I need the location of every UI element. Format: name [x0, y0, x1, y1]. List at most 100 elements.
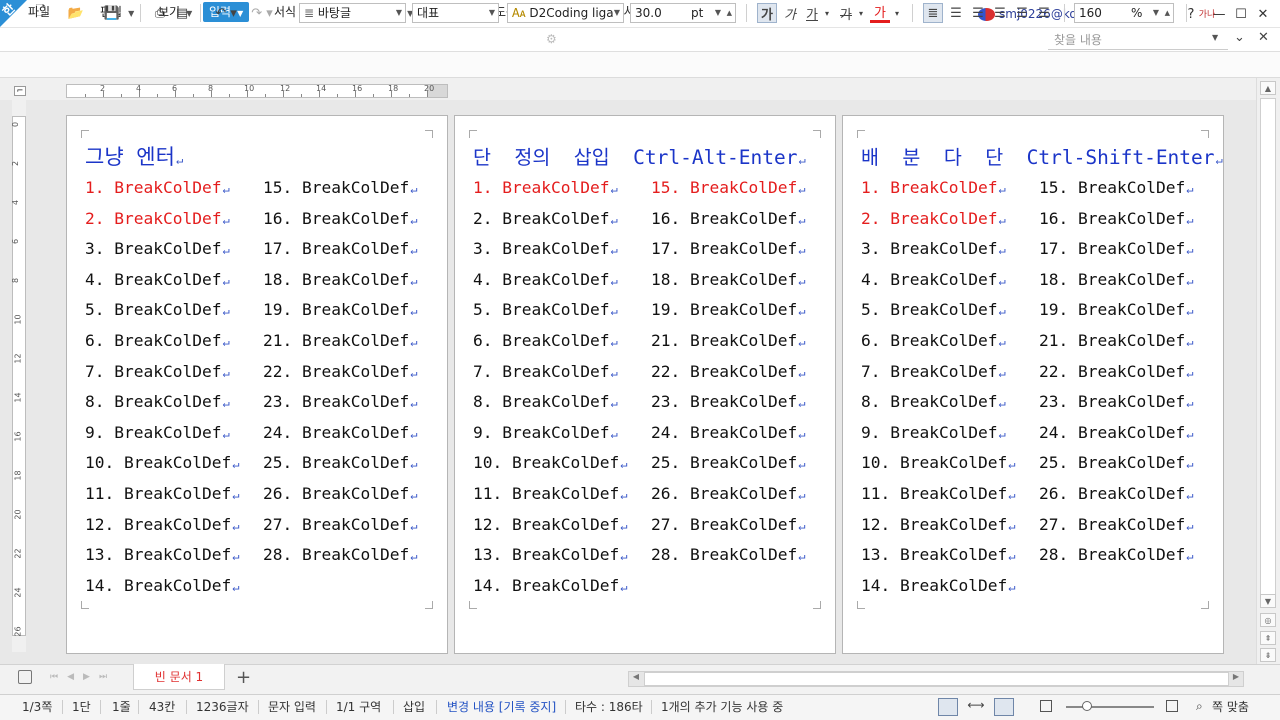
list-item[interactable]: 19. BreakColDef↵: [263, 300, 417, 319]
list-item[interactable]: 25. BreakColDef↵: [651, 453, 805, 472]
list-item[interactable]: 6. BreakColDef↵: [473, 331, 618, 350]
list-item[interactable]: 3. BreakColDef↵: [861, 239, 1006, 258]
list-item[interactable]: 26. BreakColDef↵: [651, 484, 805, 503]
status-page[interactable]: 1/3쪽: [22, 700, 52, 714]
list-item[interactable]: 19. BreakColDef↵: [1039, 300, 1193, 319]
list-item[interactable]: 2. BreakColDef↵: [473, 209, 618, 228]
list-item[interactable]: 13. BreakColDef↵: [861, 545, 1015, 564]
list-item[interactable]: 6. BreakColDef↵: [861, 331, 1006, 350]
list-item[interactable]: 24. BreakColDef↵: [651, 423, 805, 442]
list-item[interactable]: 16. BreakColDef↵: [263, 209, 417, 228]
font-color-dropdown-icon[interactable]: ▾: [892, 3, 902, 23]
list-item[interactable]: 17. BreakColDef↵: [263, 239, 417, 258]
list-item[interactable]: 18. BreakColDef↵: [651, 270, 805, 289]
list-item[interactable]: 19. BreakColDef↵: [651, 300, 805, 319]
horizontal-scroll-thumb[interactable]: [644, 672, 1229, 686]
list-item[interactable]: 2. BreakColDef↵: [861, 209, 1006, 228]
search-dropdown-icon[interactable]: ▼: [1212, 33, 1218, 42]
align-right-icon[interactable]: ☰: [990, 3, 1010, 23]
ruler-corner-icon[interactable]: ⌐: [14, 86, 26, 96]
list-item[interactable]: 7. BreakColDef↵: [861, 362, 1006, 381]
scroll-left-icon[interactable]: ◀: [629, 672, 643, 686]
open-folder-icon[interactable]: 📂: [62, 3, 90, 23]
list-item[interactable]: 1. BreakColDef↵: [473, 178, 618, 197]
list-item[interactable]: 22. BreakColDef↵: [651, 362, 805, 381]
list-item[interactable]: 18. BreakColDef↵: [263, 270, 417, 289]
scroll-up-icon[interactable]: ▲: [1260, 81, 1276, 95]
align-distribute-icon[interactable]: ☰: [1012, 3, 1032, 23]
list-item[interactable]: 28. BreakColDef↵: [1039, 545, 1193, 564]
list-item[interactable]: 4. BreakColDef↵: [85, 270, 230, 289]
list-item[interactable]: 7. BreakColDef↵: [85, 362, 230, 381]
search-input[interactable]: 찾을 내용: [1048, 30, 1228, 50]
language-select[interactable]: 대표 ▼: [412, 3, 499, 23]
vertical-ruler[interactable]: 0 2 4 6 8 10 12 14 16 18 20 22 24 26: [11, 100, 26, 652]
new-document-icon[interactable]: 🗋: [28, 3, 54, 23]
save-icon[interactable]: 💾: [98, 3, 126, 23]
align-center-icon[interactable]: ☰: [968, 3, 988, 23]
list-item[interactable]: 4. BreakColDef↵: [473, 270, 618, 289]
list-item[interactable]: 4. BreakColDef↵: [861, 270, 1006, 289]
list-item[interactable]: 8. BreakColDef↵: [473, 392, 618, 411]
list-item[interactable]: 11. BreakColDef↵: [861, 484, 1015, 503]
status-track-changes[interactable]: 변경 내용 [기록 중지]: [447, 700, 556, 714]
font-select[interactable]: 🗛 D2Coding liga ▼: [507, 3, 624, 23]
list-item[interactable]: 3. BreakColDef↵: [85, 239, 230, 258]
list-item[interactable]: 23. BreakColDef↵: [1039, 392, 1193, 411]
list-item[interactable]: 10. BreakColDef↵: [861, 453, 1015, 472]
tab-nav-icons[interactable]: ⏮◀▶⏭: [50, 672, 116, 682]
list-item[interactable]: 21. BreakColDef↵: [651, 331, 805, 350]
zoom-in-icon[interactable]: [1166, 700, 1178, 712]
list-item[interactable]: 9. BreakColDef↵: [473, 423, 618, 442]
page-view-icon[interactable]: [938, 698, 958, 716]
preview-icon[interactable]: ▤: [172, 3, 192, 23]
list-item[interactable]: 22. BreakColDef↵: [1039, 362, 1193, 381]
list-item[interactable]: 7. BreakColDef↵: [473, 362, 618, 381]
maximize-icon[interactable]: ☐: [1230, 4, 1252, 24]
page-2[interactable]: 단 정의 삽입 Ctrl-Alt-Enter↵ 1. BreakColDef↵ 2.…: [454, 115, 836, 654]
list-item[interactable]: 27. BreakColDef↵: [651, 515, 805, 534]
font-color-button[interactable]: 가: [870, 3, 890, 23]
list-item[interactable]: 10. BreakColDef↵: [85, 453, 239, 472]
list-item[interactable]: 24. BreakColDef↵: [1039, 423, 1193, 442]
list-item[interactable]: 15. BreakColDef↵: [1039, 178, 1193, 197]
list-item[interactable]: 5. BreakColDef↵: [861, 300, 1006, 319]
align-split-icon[interactable]: ☰: [1034, 3, 1054, 23]
list-item[interactable]: 21. BreakColDef↵: [1039, 331, 1193, 350]
list-item[interactable]: 14. BreakColDef↵: [473, 576, 627, 595]
undo-icon[interactable]: ↶ ▾: [210, 3, 242, 23]
list-item[interactable]: 26. BreakColDef↵: [263, 484, 417, 503]
list-item[interactable]: 13. BreakColDef↵: [85, 545, 239, 564]
list-item[interactable]: 25. BreakColDef↵: [1039, 453, 1193, 472]
list-item[interactable]: 9. BreakColDef↵: [85, 423, 230, 442]
list-item[interactable]: 12. BreakColDef↵: [85, 515, 239, 534]
print-icon[interactable]: ⎙: [150, 3, 170, 23]
list-item[interactable]: 5. BreakColDef↵: [473, 300, 618, 319]
italic-button[interactable]: 가: [780, 3, 800, 23]
bold-button[interactable]: 가: [757, 3, 777, 23]
list-item[interactable]: 16. BreakColDef↵: [1039, 209, 1193, 228]
status-insert[interactable]: 삽입: [403, 700, 425, 714]
horizontal-ruler[interactable]: 2 4 6 8 10 12 14 16 18 20: [66, 84, 448, 98]
list-item[interactable]: 27. BreakColDef↵: [263, 515, 417, 534]
list-item[interactable]: 10. BreakColDef↵: [473, 453, 627, 472]
tab-document-1[interactable]: 빈 문서 1: [133, 664, 225, 690]
list-item[interactable]: 15. BreakColDef↵: [263, 178, 417, 197]
vertical-scrollbar[interactable]: ▲ ▼ ◎ ⇞ ⇟: [1256, 78, 1280, 664]
strike-dropdown-icon[interactable]: ▾: [856, 3, 866, 23]
list-item[interactable]: 12. BreakColDef↵: [473, 515, 627, 534]
horizontal-scrollbar[interactable]: ◀ ▶: [628, 671, 1244, 687]
next-page-icon[interactable]: ⇟: [1260, 648, 1276, 662]
add-tab-button[interactable]: +: [236, 667, 251, 688]
status-addon[interactable]: 1개의 추가 기능 사용 중: [661, 700, 783, 714]
list-item[interactable]: 24. BreakColDef↵: [263, 423, 417, 442]
scroll-right-icon[interactable]: ▶: [1229, 672, 1243, 686]
scrollbar-thumb[interactable]: [1260, 98, 1276, 598]
list-item[interactable]: 26. BreakColDef↵: [1039, 484, 1193, 503]
char-map-icon[interactable]: 가나: [1196, 3, 1218, 23]
list-item[interactable]: 27. BreakColDef↵: [1039, 515, 1193, 534]
status-input-mode[interactable]: 문자 입력: [268, 700, 316, 714]
list-item[interactable]: 1. BreakColDef↵: [85, 178, 230, 197]
zoom-out-icon[interactable]: [1040, 700, 1052, 712]
collapse-ribbon-icon[interactable]: ⌄: [1234, 30, 1245, 45]
